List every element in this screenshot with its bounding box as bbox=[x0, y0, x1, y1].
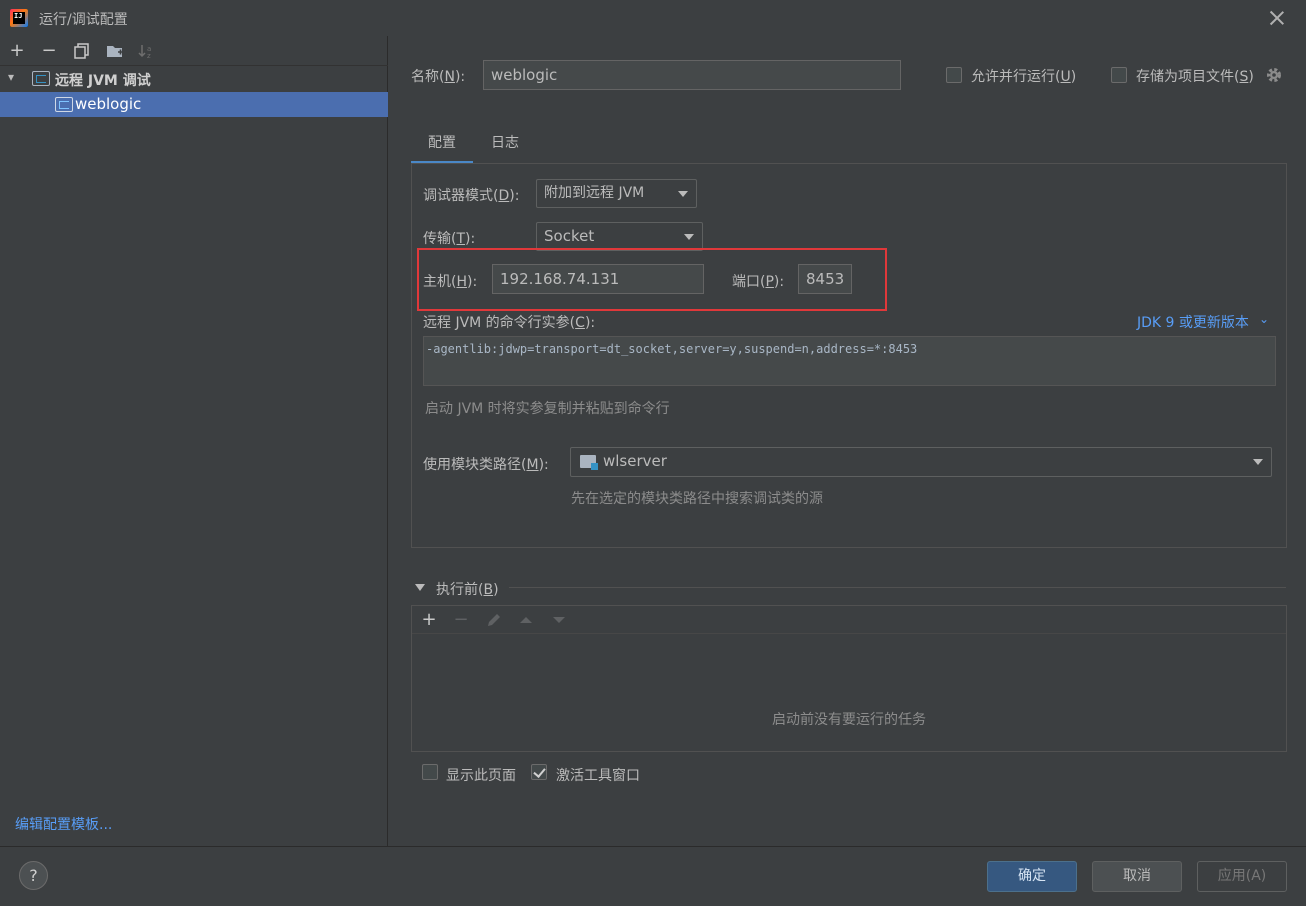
move-up-icon[interactable] bbox=[515, 609, 537, 631]
window-title: 运行/调试配置 bbox=[39, 12, 128, 28]
cancel-button[interactable]: 取消 bbox=[1092, 861, 1182, 892]
port-label: 端口(P): bbox=[732, 274, 785, 290]
ok-button[interactable]: 确定 bbox=[987, 861, 1077, 892]
module-classpath-hint: 先在选定的模块类路径中搜索调试类的源 bbox=[571, 491, 823, 507]
remove-icon[interactable]: − bbox=[450, 609, 472, 631]
gear-icon[interactable] bbox=[1265, 66, 1283, 88]
tree-node-label: weblogic bbox=[75, 95, 142, 113]
collapse-triangle-icon[interactable] bbox=[415, 584, 425, 591]
remote-debug-icon bbox=[55, 97, 73, 112]
activate-tool-window-label[interactable]: 激活工具窗口 bbox=[556, 765, 640, 785]
chevron-down-icon bbox=[684, 234, 694, 240]
sort-icon[interactable]: az bbox=[136, 40, 158, 62]
add-icon[interactable]: + bbox=[6, 40, 28, 62]
tab-log[interactable]: 日志 bbox=[481, 128, 529, 164]
intellij-app-icon: IJ bbox=[10, 9, 28, 27]
chevron-down-icon bbox=[678, 191, 688, 197]
move-down-icon[interactable] bbox=[548, 609, 570, 631]
copy-icon[interactable] bbox=[71, 40, 93, 62]
edit-templates-link[interactable]: 编辑配置模板... bbox=[15, 814, 112, 834]
remove-icon[interactable]: − bbox=[38, 40, 60, 62]
before-launch-tasks-panel: + − 启动前没有要运行的任务 bbox=[411, 605, 1287, 752]
show-page-label[interactable]: 显示此页面 bbox=[446, 765, 516, 785]
chevron-down-icon[interactable]: ⌄ bbox=[1259, 312, 1269, 326]
name-label: 名称(N): bbox=[411, 69, 466, 85]
module-classpath-label: 使用模块类路径(M): bbox=[423, 457, 549, 473]
remote-debug-icon bbox=[32, 71, 50, 86]
add-icon[interactable]: + bbox=[418, 609, 440, 631]
debugger-mode-select[interactable]: 附加到远程 JVM bbox=[536, 179, 697, 208]
apply-button[interactable]: 应用(A) bbox=[1197, 861, 1287, 892]
transport-label: 传输(T): bbox=[423, 231, 476, 247]
module-classpath-select[interactable]: wlserver bbox=[570, 447, 1272, 477]
cmd-args-textarea[interactable]: -agentlib:jdwp=transport=dt_socket,serve… bbox=[423, 336, 1276, 386]
configurations-sidebar: + − az ▾ 远程 JVM 调试 weblogic 编辑配置模板... bbox=[0, 36, 388, 846]
section-divider bbox=[509, 587, 1286, 588]
tasks-toolbar: + − bbox=[412, 606, 1286, 634]
chevron-down-icon bbox=[1253, 459, 1263, 465]
store-as-project-file-checkbox[interactable] bbox=[1111, 67, 1127, 83]
tree-node-weblogic[interactable]: weblogic bbox=[0, 92, 388, 117]
chevron-down-icon[interactable]: ▾ bbox=[8, 70, 14, 84]
module-folder-icon bbox=[580, 455, 598, 470]
jdk-version-link[interactable]: JDK 9 或更新版本 bbox=[1137, 312, 1249, 332]
edit-icon[interactable] bbox=[483, 609, 505, 631]
show-page-checkbox[interactable] bbox=[422, 764, 438, 780]
title-bar: IJ 运行/调试配置 bbox=[0, 0, 1306, 36]
name-input[interactable]: weblogic bbox=[483, 60, 901, 90]
debugger-mode-label: 调试器模式(D): bbox=[423, 188, 520, 204]
close-icon[interactable] bbox=[1266, 7, 1288, 29]
allow-parallel-label[interactable]: 允许并行运行(U) bbox=[971, 66, 1076, 86]
transport-select[interactable]: Socket bbox=[536, 222, 703, 251]
help-button[interactable]: ? bbox=[19, 861, 48, 890]
configuration-editor: 名称(N): weblogic 允许并行运行(U) 存储为项目文件(S) 配置 … bbox=[389, 36, 1306, 846]
sidebar-toolbar: + − az bbox=[0, 36, 388, 66]
tree-node-remote-jvm-debug[interactable]: ▾ 远程 JVM 调试 bbox=[0, 67, 388, 91]
port-input[interactable]: 8453 bbox=[798, 264, 852, 294]
folder-add-icon[interactable] bbox=[104, 40, 126, 62]
activate-tool-window-checkbox[interactable] bbox=[531, 764, 547, 780]
empty-tasks-text: 启动前没有要运行的任务 bbox=[772, 712, 926, 728]
host-label: 主机(H): bbox=[423, 274, 478, 290]
before-launch-title[interactable]: 执行前(B) bbox=[436, 579, 499, 599]
allow-parallel-checkbox[interactable] bbox=[946, 67, 962, 83]
tab-config[interactable]: 配置 bbox=[411, 128, 473, 164]
store-as-project-file-label[interactable]: 存储为项目文件(S) bbox=[1136, 66, 1254, 86]
cmd-args-hint: 启动 JVM 时将实参复制并粘贴到命令行 bbox=[425, 401, 670, 417]
tree-node-label: 远程 JVM 调试 bbox=[55, 73, 151, 89]
svg-text:z: z bbox=[147, 52, 151, 59]
host-input[interactable]: 192.168.74.131 bbox=[492, 264, 704, 294]
cmd-args-label: 远程 JVM 的命令行实参(C): bbox=[423, 315, 596, 331]
